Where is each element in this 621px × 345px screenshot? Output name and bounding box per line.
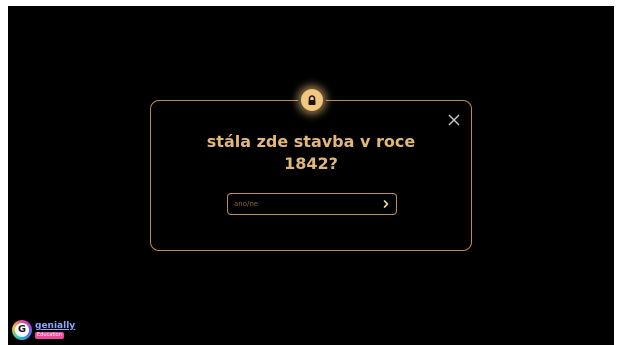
question-text: stála zde stavba v roce 1842? [206, 132, 416, 173]
logo-education-badge: Education [35, 332, 64, 339]
answer-input[interactable] [234, 196, 374, 212]
answer-field [227, 193, 397, 215]
password-dialog: stála zde stavba v roce 1842? [150, 89, 472, 251]
genially-logo[interactable]: G genially Education [12, 319, 75, 341]
logo-letter: G [15, 323, 29, 337]
stage: stála zde stavba v roce 1842? G genially… [8, 6, 614, 345]
chevron-right-icon [383, 200, 389, 208]
close-button[interactable] [447, 113, 461, 127]
close-icon [448, 114, 460, 126]
lock-icon [301, 89, 323, 111]
submit-button[interactable] [381, 199, 391, 209]
logo-mark: G [12, 320, 32, 340]
logo-text: genially Education [35, 321, 75, 339]
logo-word: genially [35, 321, 76, 331]
